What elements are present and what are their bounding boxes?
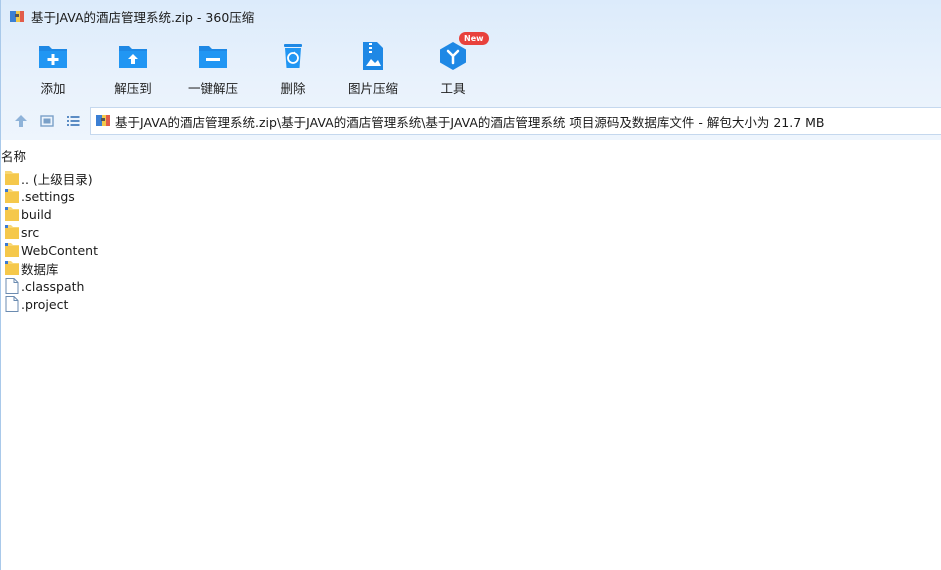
tools-label: 工具 <box>440 81 466 96</box>
list-item[interactable]: .settings <box>5 187 941 205</box>
arrow-up-icon <box>15 115 27 127</box>
new-badge: New <box>459 32 489 45</box>
archive-icon <box>95 112 111 131</box>
archive-app-icon <box>9 8 25 24</box>
delete-button[interactable]: 删除 <box>253 38 333 98</box>
thumbnail-view-button[interactable] <box>34 108 60 134</box>
column-header-name[interactable]: 名称 <box>1 146 941 164</box>
file-name: .settings <box>21 188 75 204</box>
image-compress-label: 图片压缩 <box>347 81 398 96</box>
add-button[interactable]: 添加 <box>13 38 93 98</box>
file-icon <box>5 296 19 312</box>
list-view-button[interactable] <box>60 108 86 134</box>
header-area: 基于JAVA的酒店管理系统.zip - 360压缩 添加 解压到 一键解压 删除… <box>1 0 941 140</box>
list-item[interactable]: .classpath <box>5 277 941 295</box>
add-label: 添加 <box>40 81 66 96</box>
extract-to-label: 解压到 <box>114 81 152 96</box>
folder-icon <box>5 170 19 186</box>
list-item[interactable]: src <box>5 223 941 241</box>
tools-button[interactable]: New 工具 <box>413 32 493 98</box>
title-bar: 基于JAVA的酒店管理系统.zip - 360压缩 <box>1 0 941 32</box>
file-name: .. (上级目录) <box>21 171 93 187</box>
file-name: 数据库 <box>21 261 59 277</box>
one-click-extract-icon <box>197 40 229 72</box>
file-list: .. (上级目录) .settings build src WebContent <box>5 169 941 313</box>
extract-to-button[interactable]: 解压到 <box>93 38 173 98</box>
special-folder-icon <box>5 242 19 258</box>
add-folder-icon <box>37 40 69 72</box>
app-window: 基于JAVA的酒店管理系统.zip - 360压缩 添加 解压到 一键解压 删除… <box>0 0 941 570</box>
special-folder-icon <box>5 206 19 222</box>
list-item[interactable]: 数据库 <box>5 259 941 277</box>
list-item[interactable]: .. (上级目录) <box>5 169 941 187</box>
list-item[interactable]: build <box>5 205 941 223</box>
list-view-icon <box>67 116 80 126</box>
delete-label: 删除 <box>280 81 306 96</box>
list-item[interactable]: .project <box>5 295 941 313</box>
list-item[interactable]: WebContent <box>5 241 941 259</box>
one-click-extract-label: 一键解压 <box>187 81 238 96</box>
column-name-label: 名称 <box>1 149 27 164</box>
file-name: .project <box>21 296 69 312</box>
image-compress-button[interactable]: 图片压缩 <box>333 38 413 98</box>
file-icon <box>5 278 19 294</box>
path-bar[interactable]: 基于JAVA的酒店管理系统.zip\基于JAVA的酒店管理系统\基于JAVA的酒… <box>90 107 941 135</box>
toolbar: 添加 解压到 一键解压 删除 图片压缩 New 工具 <box>13 32 493 98</box>
special-folder-icon <box>5 224 19 240</box>
image-compress-icon <box>357 40 389 72</box>
path-text: 基于JAVA的酒店管理系统.zip\基于JAVA的酒店管理系统\基于JAVA的酒… <box>115 114 825 130</box>
extract-to-icon <box>117 40 149 72</box>
window-title: 基于JAVA的酒店管理系统.zip - 360压缩 <box>31 9 255 25</box>
delete-trash-icon <box>277 40 309 72</box>
special-folder-icon <box>5 260 19 276</box>
file-name: build <box>21 206 52 222</box>
navigation-bar: 基于JAVA的酒店管理系统.zip\基于JAVA的酒店管理系统\基于JAVA的酒… <box>1 106 941 136</box>
special-folder-icon <box>5 188 19 204</box>
up-level-button[interactable] <box>8 108 34 134</box>
one-click-extract-button[interactable]: 一键解压 <box>173 38 253 98</box>
file-name: WebContent <box>21 242 98 258</box>
thumbnail-view-icon <box>40 115 54 127</box>
file-name: .classpath <box>21 278 85 294</box>
file-name: src <box>21 224 40 240</box>
